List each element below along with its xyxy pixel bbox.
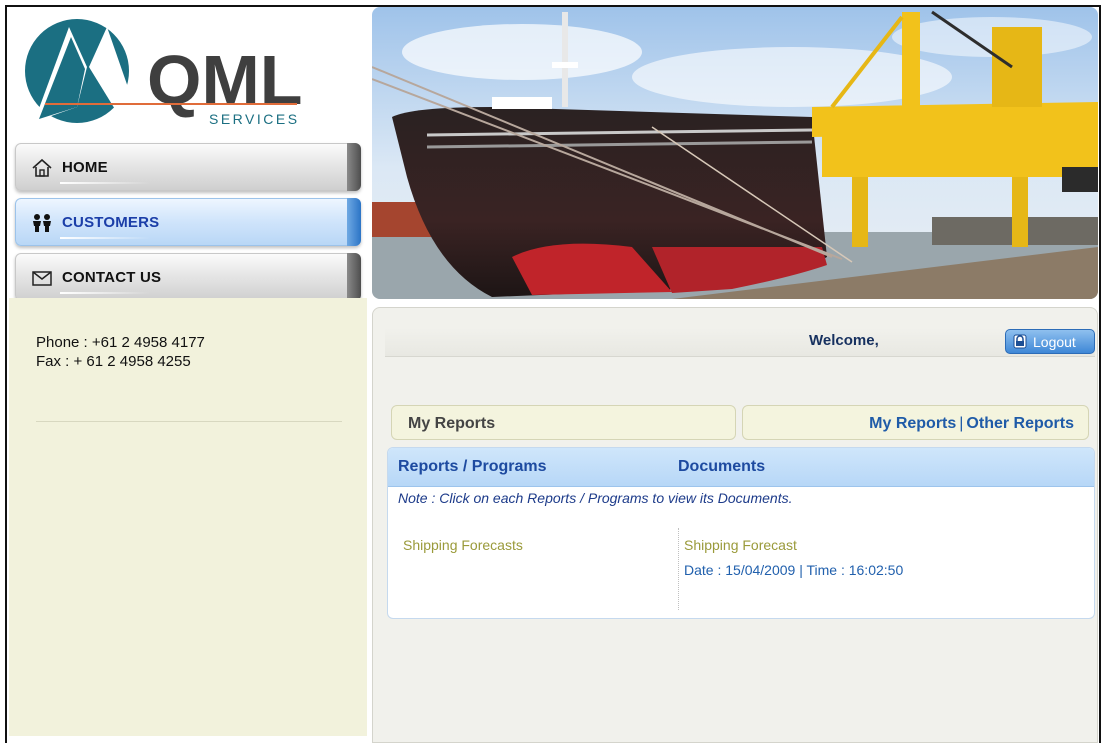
welcome-text: Welcome, [809,332,879,349]
column-divider [678,528,679,610]
envelope-icon [32,271,52,286]
house-icon [32,158,52,177]
logout-label: Logout [1033,334,1076,350]
nav-contact-button[interactable]: CONTACT US [15,253,361,301]
my-reports-title-bar: My Reports [391,405,736,440]
other-reports-link[interactable]: Other Reports [966,415,1074,432]
instruction-note: Note : Click on each Reports / Programs … [398,490,793,506]
link-separator: | [959,415,964,432]
qml-logo-mark: QML SERVICES [25,19,303,127]
fax-text: Fax : + 61 2 4958 4255 [36,353,191,370]
hero-ship-image [372,7,1098,299]
column-header-programs: Reports / Programs [398,458,547,475]
program-link[interactable]: Shipping Forecasts [403,537,523,553]
logo-subtext: SERVICES [209,111,300,127]
phone-text: Phone : +61 2 4958 4177 [36,334,205,351]
reports-table: Reports / Programs Documents Note : Clic… [387,447,1095,619]
nav-button-cap [347,143,361,191]
report-links: My Reports | Other Reports [869,415,1074,433]
logo-text: QML [147,41,303,119]
contact-divider [36,421,342,422]
nav-button-cap [347,253,361,301]
people-icon [33,214,51,232]
my-reports-link[interactable]: My Reports [869,415,956,432]
document-link[interactable]: Shipping Forecast [684,537,797,553]
my-reports-title: My Reports [408,415,496,432]
contact-info: Phone : +61 2 4958 4177 Fax : + 61 2 495… [36,333,205,371]
logout-button[interactable]: Logout [1005,329,1095,354]
logo-underline [45,103,297,105]
table-header: Reports / Programs Documents [388,448,1094,487]
document-date-time: Date : 15/04/2009 | Time : 16:02:50 [684,562,904,578]
lock-icon [1013,334,1027,349]
nav-highlight [60,292,150,294]
nav-highlight [60,182,150,184]
nav-home-label: HOME [62,159,108,176]
nav-button-cap [347,198,361,246]
nav-customers-button[interactable]: CUSTOMERS [15,198,361,246]
column-header-documents: Documents [678,458,766,475]
nav-home-button[interactable]: HOME [15,143,361,191]
nav-customers-label: CUSTOMERS [62,214,160,231]
welcome-bar [385,328,1095,357]
nav-highlight [60,237,150,239]
report-links-bar: My Reports | Other Reports [742,405,1089,440]
ship-photo [372,7,1098,299]
logo[interactable]: QML SERVICES [9,7,369,142]
nav-contact-label: CONTACT US [62,269,162,286]
